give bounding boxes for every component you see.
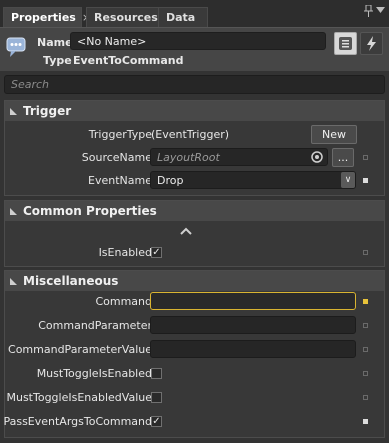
triggertype-label: TriggerType bbox=[88, 128, 152, 141]
properties-view-icon bbox=[339, 37, 352, 50]
tab-resources[interactable]: Resources bbox=[86, 7, 159, 27]
tab-resources-label: Resources bbox=[94, 11, 158, 24]
tab-properties-label: Properties bbox=[11, 11, 76, 24]
triggertype-value: (EventTrigger) bbox=[151, 128, 230, 141]
set-value-marker[interactable] bbox=[363, 419, 368, 424]
new-trigger-button[interactable]: New bbox=[311, 125, 357, 144]
miscellaneous-section: Miscellaneous Command CommandParameter C… bbox=[3, 270, 386, 438]
common-properties-title: Common Properties bbox=[23, 204, 157, 218]
events-view-button[interactable] bbox=[360, 32, 383, 55]
musttoggleisenabledvalue-row: MustToggleIsEnabledValue bbox=[5, 388, 386, 408]
browse-button[interactable]: ... bbox=[332, 148, 354, 167]
trigger-section-header[interactable]: Trigger bbox=[5, 101, 384, 121]
musttoggleisenabled-label: MustToggleIsEnabled bbox=[36, 367, 152, 380]
advanced-marker[interactable] bbox=[363, 347, 368, 352]
tab-data-label: Data bbox=[166, 11, 196, 24]
eventname-row: EventName Drop ∨ bbox=[5, 171, 386, 191]
lightning-icon bbox=[367, 36, 376, 51]
isenabled-label: IsEnabled bbox=[98, 246, 152, 259]
dropdown-icon[interactable] bbox=[376, 7, 385, 13]
command-label: Command bbox=[95, 295, 152, 308]
target-icon[interactable] bbox=[311, 151, 323, 163]
sourcename-input[interactable]: LayoutRoot bbox=[150, 148, 328, 166]
musttoggleisenabled-checkbox[interactable] bbox=[151, 368, 162, 379]
collapse-triangle-icon bbox=[10, 108, 17, 115]
trigger-section-title: Trigger bbox=[23, 104, 72, 118]
name-label: Name bbox=[37, 36, 73, 49]
passeventargstocommand-checkbox[interactable]: ✓ bbox=[151, 416, 162, 427]
miscellaneous-title: Miscellaneous bbox=[23, 274, 119, 288]
advanced-marker[interactable] bbox=[363, 323, 368, 328]
advanced-marker[interactable] bbox=[363, 395, 368, 400]
tab-data[interactable]: Data bbox=[158, 7, 208, 27]
object-header: Name <No Name> Type EventToCommand bbox=[0, 27, 389, 71]
musttoggleisenabledvalue-label: MustToggleIsEnabledValue bbox=[6, 391, 152, 404]
type-label: Type bbox=[43, 54, 72, 67]
name-input[interactable]: <No Name> bbox=[70, 32, 326, 50]
chevron-down-icon[interactable]: ∨ bbox=[341, 172, 355, 188]
pin-icon[interactable] bbox=[364, 5, 373, 17]
commandparameter-label: CommandParameter bbox=[38, 319, 152, 332]
advanced-marker[interactable] bbox=[363, 250, 368, 255]
eventname-label: EventName bbox=[88, 174, 152, 187]
command-row: Command bbox=[5, 292, 386, 312]
chevron-up-icon[interactable] bbox=[180, 227, 192, 235]
common-properties-header[interactable]: Common Properties bbox=[5, 201, 384, 221]
type-value: EventToCommand bbox=[73, 54, 184, 67]
advanced-marker[interactable] bbox=[363, 155, 368, 160]
behavior-icon bbox=[6, 37, 26, 57]
isenabled-row: IsEnabled ✓ bbox=[5, 243, 386, 263]
miscellaneous-header[interactable]: Miscellaneous bbox=[5, 271, 384, 291]
triggertype-row: TriggerType (EventTrigger) New bbox=[5, 125, 386, 145]
sourcename-label: SourceName bbox=[81, 151, 152, 164]
trigger-section: Trigger TriggerType (EventTrigger) New S… bbox=[4, 100, 385, 196]
command-input[interactable] bbox=[150, 292, 356, 310]
eventname-select[interactable]: Drop bbox=[150, 171, 356, 189]
commandparametervalue-row: CommandParameterValue bbox=[5, 340, 386, 360]
advanced-marker[interactable] bbox=[363, 371, 368, 376]
collapse-triangle-icon bbox=[10, 208, 17, 215]
commandparametervalue-input[interactable] bbox=[150, 340, 356, 358]
collapse-triangle-icon bbox=[10, 278, 17, 285]
set-value-marker[interactable] bbox=[363, 178, 368, 183]
musttoggleisenabled-row: MustToggleIsEnabled bbox=[5, 364, 386, 384]
passeventargstocommand-label: PassEventArgsToCommand bbox=[3, 415, 152, 428]
passeventargstocommand-row: PassEventArgsToCommand ✓ bbox=[3, 412, 386, 432]
commandparameter-input[interactable] bbox=[150, 316, 356, 334]
tab-strip: Properties× Resources Data bbox=[0, 0, 389, 27]
properties-view-button[interactable] bbox=[334, 32, 357, 55]
common-properties-section: Common Properties IsEnabled ✓ bbox=[4, 200, 385, 267]
musttoggleisenabledvalue-checkbox[interactable] bbox=[151, 392, 162, 403]
isenabled-checkbox[interactable]: ✓ bbox=[151, 247, 162, 258]
sourcename-row: SourceName LayoutRoot ... bbox=[5, 148, 386, 168]
tab-properties[interactable]: Properties× bbox=[3, 7, 91, 27]
binding-marker[interactable] bbox=[363, 299, 368, 304]
commandparametervalue-label: CommandParameterValue bbox=[8, 343, 152, 356]
search-input[interactable]: Search bbox=[4, 75, 385, 94]
commandparameter-row: CommandParameter bbox=[5, 316, 386, 336]
